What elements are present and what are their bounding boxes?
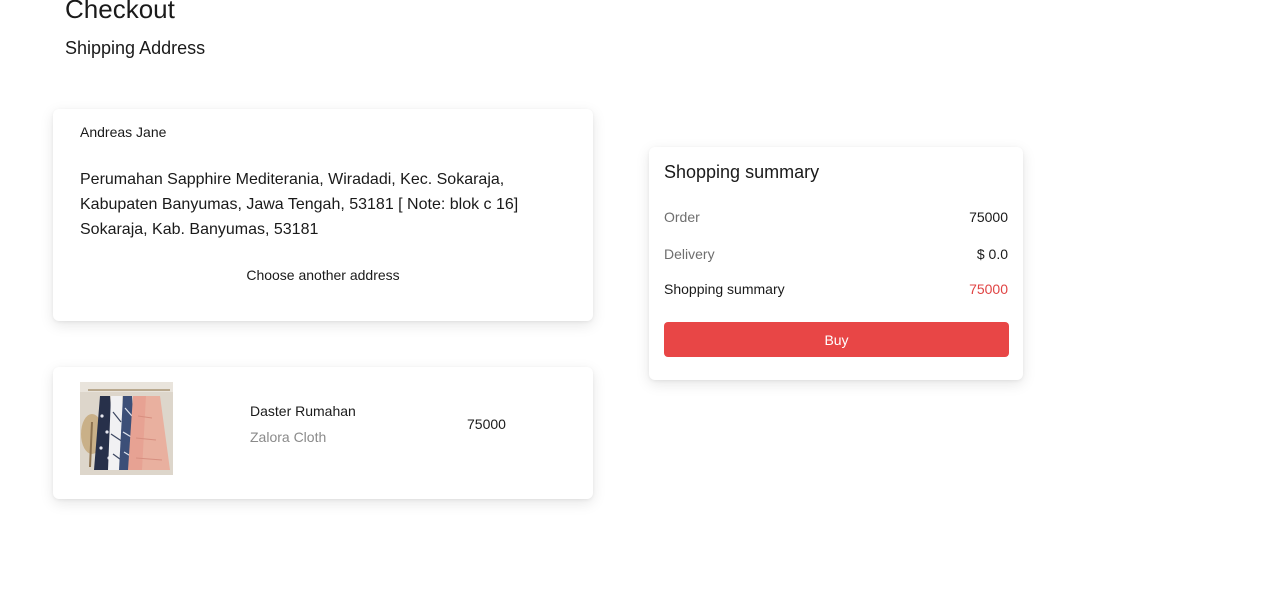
total-row: Shopping summary 75000: [664, 281, 1008, 297]
delivery-row: Delivery $ 0.0: [664, 246, 1008, 262]
product-name: Daster Rumahan: [250, 403, 356, 419]
page-title: Checkout: [65, 0, 175, 24]
delivery-label: Delivery: [664, 246, 715, 262]
summary-title: Shopping summary: [664, 162, 820, 182]
delivery-value: $ 0.0: [976, 246, 1008, 262]
shipping-address-card: Andreas Jane Perumahan Sapphire Meditera…: [53, 109, 593, 321]
recipient-name: Andreas Jane: [80, 124, 167, 140]
checkout-page: Checkout Shipping Address Andreas Jane P…: [0, 0, 1269, 597]
total-value: 75000: [969, 281, 1008, 297]
address-text: Perumahan Sapphire Mediterania, Wiradadi…: [80, 171, 519, 238]
buy-button[interactable]: Buy: [664, 322, 1009, 357]
product-card: Daster Rumahan Zalora Cloth 75000: [53, 367, 593, 499]
product-image: [80, 382, 173, 475]
shipping-address-heading: Shipping Address: [65, 38, 206, 58]
shopping-summary-card: Shopping summary Order 75000 Delivery $ …: [649, 147, 1023, 380]
dresses-photo-icon: [80, 382, 173, 475]
order-value: 75000: [969, 209, 1008, 225]
order-row: Order 75000: [664, 209, 1008, 225]
product-price: 75000: [467, 416, 506, 432]
choose-another-address-link[interactable]: Choose another address: [53, 267, 593, 283]
order-label: Order: [664, 209, 700, 225]
product-brand: Zalora Cloth: [250, 429, 327, 445]
total-label: Shopping summary: [664, 281, 785, 297]
